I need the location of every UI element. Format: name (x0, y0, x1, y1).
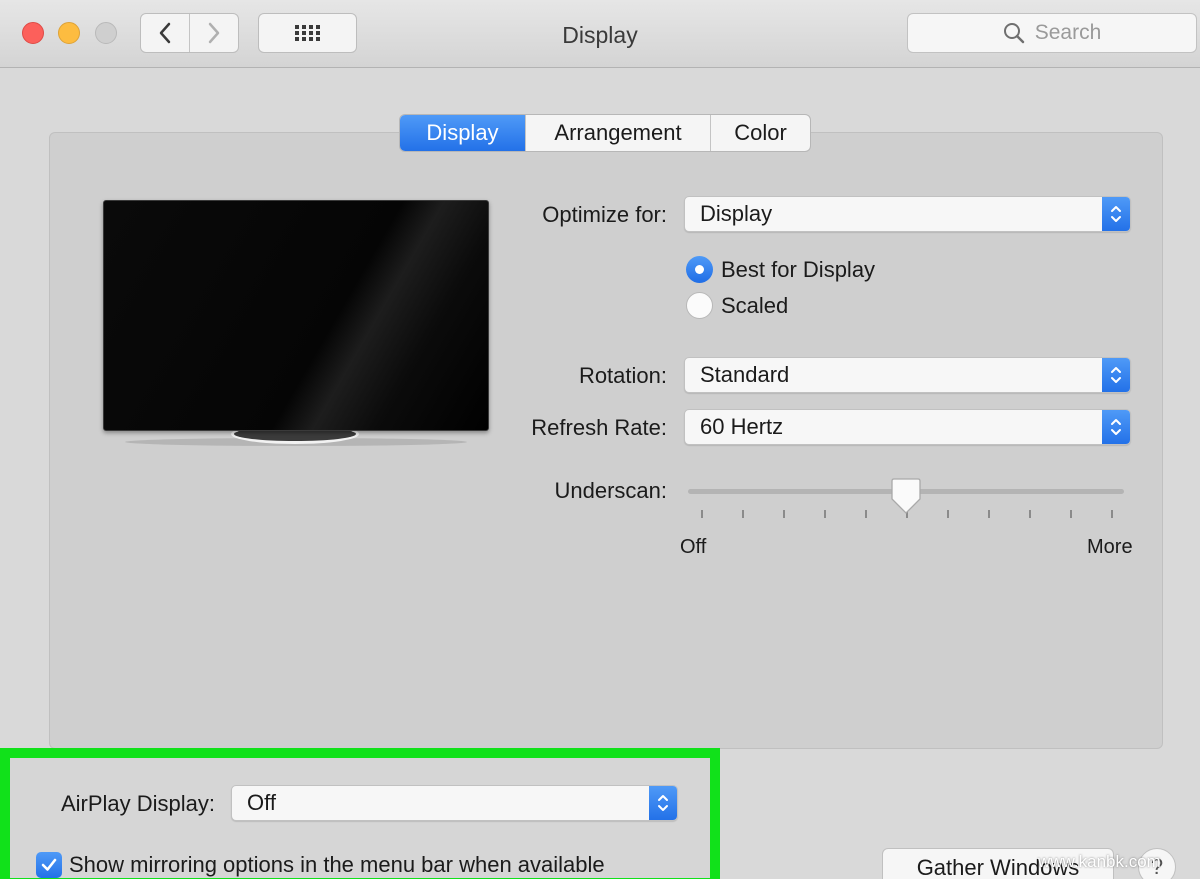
radio-scaled[interactable]: Scaled (686, 292, 788, 319)
navigation-buttons (140, 13, 239, 53)
chevron-right-icon (208, 22, 220, 44)
back-button[interactable] (141, 14, 189, 52)
minimize-window-button[interactable] (58, 22, 80, 44)
mirroring-checkbox-label: Show mirroring options in the menu bar w… (69, 852, 605, 877)
optimize-for-label: Optimize for: (542, 202, 667, 227)
search-icon (1003, 23, 1024, 44)
tab-color[interactable]: Color (710, 115, 810, 151)
underscan-min-label: Off (680, 536, 707, 558)
radio-label: Best for Display (721, 256, 876, 282)
underscan-max-label: More (1087, 536, 1133, 558)
optimize-for-popup[interactable]: Display (684, 196, 1131, 232)
radio-selected-icon (686, 256, 713, 283)
radio-best-for-display[interactable]: Best for Display (686, 256, 875, 283)
underscan-slider-knob[interactable] (891, 477, 921, 515)
title-bar: Display Search (0, 0, 1200, 68)
search-input[interactable]: Search (907, 13, 1197, 53)
refresh-rate-label: Refresh Rate: (531, 415, 667, 440)
popup-stepper-icon (1102, 358, 1130, 392)
popup-stepper-icon (1102, 197, 1130, 231)
show-all-button[interactable] (258, 13, 357, 53)
search-placeholder: Search (1034, 21, 1102, 44)
tab-arrangement[interactable]: Arrangement (525, 115, 710, 151)
tab-display[interactable]: Display (400, 115, 525, 151)
mirroring-checkbox[interactable] (36, 852, 62, 878)
radio-label: Scaled (721, 292, 789, 318)
popup-stepper-icon (649, 786, 677, 820)
chevron-left-icon (159, 22, 171, 44)
zoom-window-button[interactable] (95, 22, 117, 44)
close-window-button[interactable] (22, 22, 44, 44)
forward-button[interactable] (189, 14, 238, 52)
refresh-rate-value: 60 Hertz (700, 414, 784, 439)
refresh-rate-popup[interactable]: 60 Hertz (684, 409, 1131, 445)
rotation-popup[interactable]: Standard (684, 357, 1131, 393)
rotation-label: Rotation: (578, 363, 667, 388)
airplay-display-label: AirPlay Display: (60, 791, 215, 816)
optimize-for-value: Display (700, 201, 773, 226)
airplay-display-value: Off (247, 790, 276, 815)
monitor-preview-image (103, 200, 489, 431)
tab-bar: Display Arrangement Color (399, 114, 811, 152)
airplay-display-popup[interactable]: Off (231, 785, 678, 821)
rotation-value: Standard (700, 362, 790, 387)
watermark-text: www.kanbk.com (1038, 852, 1161, 871)
underscan-label: Underscan: (554, 478, 667, 503)
show-all-grid-icon (294, 25, 320, 41)
radio-unselected-icon (686, 292, 713, 319)
checkmark-icon (41, 858, 57, 871)
popup-stepper-icon (1102, 410, 1130, 444)
